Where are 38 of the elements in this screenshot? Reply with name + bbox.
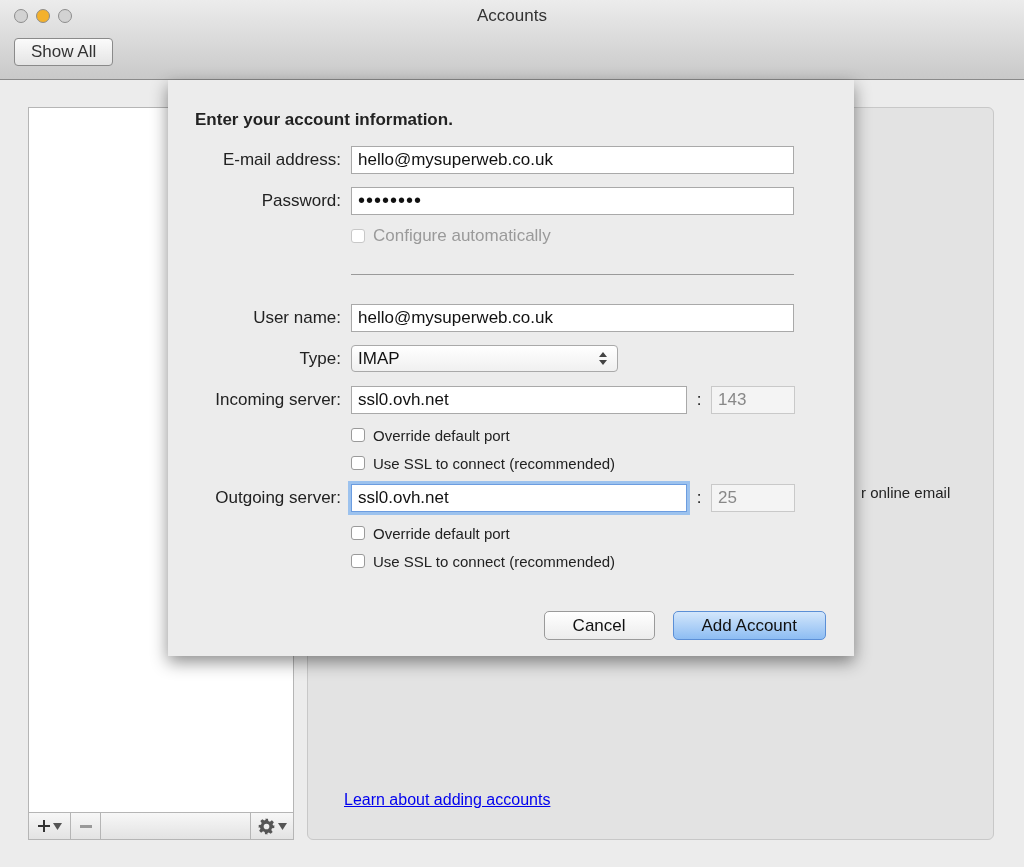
text-field[interactable]: hello@mysuperweb.co.uk <box>351 303 794 332</box>
type-dropdown[interactable]: IMAP <box>351 345 618 372</box>
checkbox[interactable] <box>351 456 365 470</box>
caret-icon <box>52 822 62 830</box>
plus-icon <box>37 820 50 832</box>
checkbox[interactable] <box>351 428 365 442</box>
gear-icon <box>257 817 275 835</box>
window-title: Accounts <box>477 6 547 26</box>
checkbox-option[interactable]: Override default port <box>351 524 794 542</box>
minus-icon <box>79 824 92 828</box>
checkbox[interactable] <box>351 554 365 568</box>
password-field[interactable]: •••••••• <box>351 186 794 215</box>
port-separator: : <box>695 390 703 410</box>
text-field[interactable]: hello@mysuperweb.co.uk <box>351 145 794 174</box>
zoom-button[interactable] <box>58 9 72 23</box>
checkbox-option[interactable]: Use SSL to connect (recommended) <box>351 552 794 570</box>
server-field[interactable]: ssl0.ovh.net <box>351 386 687 414</box>
server-field[interactable]: ssl0.ovh.net <box>351 484 687 512</box>
field-label: Incoming server: <box>214 390 341 410</box>
sheet-heading: Enter your account information. <box>195 110 454 130</box>
checkbox-option[interactable]: Use SSL to connect (recommended) <box>351 454 794 472</box>
field-label: Type: <box>298 348 341 369</box>
field-label: Password: <box>260 190 341 211</box>
field-label: E-mail address: <box>221 149 341 170</box>
checkbox-option[interactable]: Override default port <box>351 426 794 444</box>
port-separator: : <box>695 488 703 508</box>
add-account-button[interactable]: Add Account <box>672 611 826 640</box>
close-button[interactable] <box>14 9 28 23</box>
field-label: Outgoing server: <box>214 488 341 508</box>
minimize-button[interactable] <box>36 9 50 23</box>
caret-icon <box>277 822 287 830</box>
panel-text: r online email <box>861 484 951 501</box>
field-label: User name: <box>252 307 341 328</box>
cancel-button[interactable]: Cancel <box>543 611 655 640</box>
help-link[interactable]: Learn about adding accounts <box>344 791 993 809</box>
show-all-button[interactable]: Show All <box>14 38 114 66</box>
stepper-arrows-icon <box>599 352 607 365</box>
checkbox[interactable] <box>351 526 365 540</box>
